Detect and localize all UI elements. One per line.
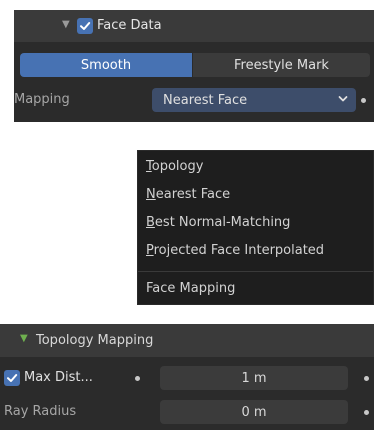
topology-mapping-header[interactable]: ▼ Topology Mapping	[0, 324, 374, 358]
menu-title: Face Mapping	[146, 281, 236, 296]
mapping-dropdown[interactable]: Nearest Face	[152, 88, 356, 112]
max-dist-label: Max Dist...	[24, 370, 93, 385]
checkmark-icon	[80, 22, 91, 30]
face-data-checkbox[interactable]	[77, 18, 93, 34]
ray-radius-field[interactable]: 0 m	[160, 400, 348, 424]
menu-separator	[138, 271, 373, 272]
topology-mapping-panel: ▼ Topology Mapping Max Dist... 1 m Ray R…	[0, 324, 374, 430]
tab-freestyle-mark[interactable]: Freestyle Mark	[193, 53, 370, 77]
disclosure-arrow-icon[interactable]: ▼	[20, 333, 28, 344]
decorator-dot-icon[interactable]	[135, 376, 140, 381]
tab-smooth[interactable]: Smooth	[20, 53, 192, 77]
face-data-panel: ▼ Face Data Smooth Freestyle Mark Mappin…	[14, 10, 374, 122]
decorator-dot-icon[interactable]	[361, 98, 366, 103]
topology-mapping-title: Topology Mapping	[36, 333, 154, 348]
max-dist-field[interactable]: 1 m	[160, 366, 348, 390]
checkmark-icon	[7, 374, 18, 382]
face-data-title: Face Data	[97, 18, 162, 33]
mapping-menu: Topology Nearest Face Best Normal-Matchi…	[137, 150, 374, 305]
menu-item-best-normal-matching[interactable]: Best Normal-Matching	[146, 211, 290, 235]
decorator-dot-icon[interactable]	[364, 410, 369, 415]
menu-item-projected-face-interpolated[interactable]: Projected Face Interpolated	[146, 239, 324, 263]
face-data-header[interactable]: ▼ Face Data	[14, 10, 374, 43]
disclosure-arrow-icon[interactable]: ▼	[62, 19, 70, 30]
mapping-label: Mapping	[14, 92, 70, 107]
menu-item-topology[interactable]: Topology	[146, 155, 203, 179]
chevron-down-icon	[338, 96, 348, 102]
max-dist-checkbox[interactable]	[4, 370, 20, 386]
menu-item-nearest-face[interactable]: Nearest Face	[146, 183, 230, 207]
mapping-value: Nearest Face	[163, 92, 248, 108]
decorator-dot-icon[interactable]	[364, 376, 369, 381]
ray-radius-label: Ray Radius	[4, 404, 77, 419]
